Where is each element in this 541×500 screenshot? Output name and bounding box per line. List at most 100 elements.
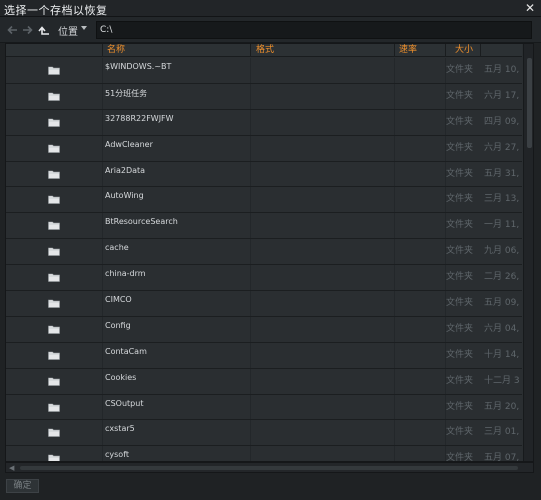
folder-icon — [48, 325, 60, 334]
list-item[interactable]: CSOutput 文件夹 五月 20, — [6, 395, 522, 421]
item-name: Config — [105, 320, 131, 330]
item-name: BtResourceSearch — [105, 217, 178, 227]
item-name: cache — [105, 243, 129, 253]
list-item[interactable]: ContaCam 文件夹 十月 14, — [6, 343, 522, 369]
item-date: 六月 17, — [484, 90, 520, 101]
item-date: 二月 26, — [484, 272, 520, 283]
folder-icon — [48, 273, 60, 282]
item-name: 51分班任务 — [105, 88, 148, 98]
item-type: 文件夹 — [446, 246, 474, 257]
item-type: 文件夹 — [446, 194, 474, 205]
list-item[interactable]: 32788R22FWJFW 文件夹 四月 09, — [6, 110, 522, 136]
item-date: 六月 27, — [484, 142, 520, 153]
list-item[interactable]: 51分班任务 文件夹 六月 17, — [6, 84, 522, 110]
folder-icon — [48, 429, 60, 438]
item-name: AutoWing — [105, 191, 144, 201]
scroll-left-icon[interactable]: ◀ — [9, 464, 14, 472]
scrollbar-thumb[interactable] — [20, 466, 518, 470]
item-type: 文件夹 — [446, 65, 474, 75]
item-date: 一月 11, — [484, 220, 520, 231]
item-date: 六月 04, — [484, 323, 520, 334]
folder-icon — [48, 222, 60, 231]
item-name: CIMCO — [105, 295, 132, 305]
footer: 确定 — [0, 474, 541, 500]
folder-icon — [48, 170, 60, 179]
folder-icon — [48, 92, 60, 101]
item-name: AdwCleaner — [105, 139, 153, 149]
list-item[interactable]: cxstar5 文件夹 三月 01, — [6, 420, 522, 447]
column-header-name[interactable]: 名称 — [102, 44, 250, 57]
item-date: 九月 06, — [484, 246, 520, 257]
item-date: 五月 07, — [484, 453, 520, 462]
toolbar: 位置 — [0, 17, 541, 43]
list-item[interactable]: $WINDOWS.~BT 文件夹 五月 10, — [6, 58, 522, 84]
title-bar: 选择一个存档以恢复 ✕ — [0, 0, 541, 17]
vertical-scrollbar[interactable] — [523, 44, 533, 461]
folder-icon — [48, 247, 60, 257]
item-type: 文件夹 — [446, 220, 474, 231]
item-date: 五月 31, — [484, 168, 520, 179]
chevron-down-icon[interactable] — [81, 26, 87, 30]
item-type: 文件夹 — [446, 427, 474, 438]
item-name: china-drm — [105, 269, 146, 279]
list-item[interactable]: AutoWing 文件夹 三月 13, — [6, 187, 522, 214]
ok-button[interactable]: 确定 — [6, 479, 39, 493]
list-item[interactable]: BtResourceSearch 文件夹 一月 11, — [6, 213, 522, 240]
item-date: 十二月 3 — [484, 375, 520, 386]
column-header-date[interactable] — [480, 44, 522, 57]
folder-icon — [48, 299, 60, 308]
item-type: 文件夹 — [446, 142, 474, 153]
item-name: Aria2Data — [105, 165, 146, 175]
scrollbar-thumb[interactable] — [527, 58, 532, 148]
list-item[interactable]: Config 文件夹 六月 04, — [6, 317, 522, 343]
item-name: cysoft — [105, 450, 130, 460]
window-title: 选择一个存档以恢复 — [4, 4, 108, 17]
item-type: 文件夹 — [446, 168, 474, 179]
item-date: 三月 13, — [484, 194, 520, 205]
file-rows: $WINDOWS.~BT 文件夹 五月 10, 51分班任务 文件夹 六月 17… — [6, 58, 522, 462]
location-label[interactable]: 位置 — [58, 23, 78, 38]
arrow-left-icon[interactable] — [6, 23, 20, 37]
item-type: 文件夹 — [446, 349, 474, 360]
list-item[interactable]: cache 文件夹 九月 06, — [6, 239, 522, 266]
column-header-format[interactable]: 格式 — [250, 44, 394, 57]
folder-icon — [48, 144, 60, 153]
item-name: $WINDOWS.~BT — [105, 62, 172, 71]
list-item[interactable]: CIMCO 文件夹 五月 09, — [6, 291, 522, 317]
item-type: 文件夹 — [446, 375, 474, 386]
folder-icon — [48, 403, 60, 412]
list-item[interactable]: Aria2Data 文件夹 五月 31, — [6, 162, 522, 188]
item-name: 32788R22FWJFW — [105, 113, 174, 123]
folder-up-icon[interactable] — [37, 24, 51, 38]
column-header-speed[interactable]: 速率 — [394, 44, 445, 57]
folder-icon — [48, 377, 60, 386]
item-type: 文件夹 — [446, 401, 474, 412]
item-name: cxstar5 — [105, 424, 135, 434]
item-date: 十月 14, — [484, 349, 520, 360]
item-type: 文件夹 — [446, 116, 474, 127]
folder-icon — [48, 196, 60, 205]
item-type: 文件夹 — [446, 453, 474, 462]
item-date: 四月 09, — [484, 116, 520, 127]
horizontal-scrollbar[interactable]: ◀ — [5, 462, 534, 473]
item-type: 文件夹 — [446, 298, 474, 309]
path-input[interactable] — [96, 21, 532, 39]
list-item[interactable]: AdwCleaner 文件夹 六月 27, — [6, 136, 522, 162]
item-date: 五月 09, — [484, 298, 520, 309]
item-type: 文件夹 — [446, 90, 474, 101]
column-header-size[interactable]: 大小 — [445, 44, 480, 57]
folder-icon — [48, 455, 60, 461]
folder-icon — [48, 351, 60, 360]
item-date: 五月 20, — [484, 401, 520, 412]
item-type: 文件夹 — [446, 323, 474, 334]
close-icon[interactable]: ✕ — [525, 1, 535, 15]
list-item[interactable]: china-drm 文件夹 二月 26, — [6, 265, 522, 292]
folder-icon — [48, 66, 60, 75]
file-list[interactable]: 名称 格式 速率 大小 $WINDOWS.~BT 文件夹 五月 10, 51分班… — [5, 43, 534, 462]
list-item[interactable]: cysoft 文件夹 五月 07, — [6, 446, 522, 462]
arrow-right-icon[interactable] — [20, 23, 34, 37]
item-type: 文件夹 — [446, 272, 474, 283]
folder-icon — [48, 118, 60, 127]
list-item[interactable]: Cookies 文件夹 十二月 3 — [6, 369, 522, 395]
item-name: Cookies — [105, 372, 137, 382]
